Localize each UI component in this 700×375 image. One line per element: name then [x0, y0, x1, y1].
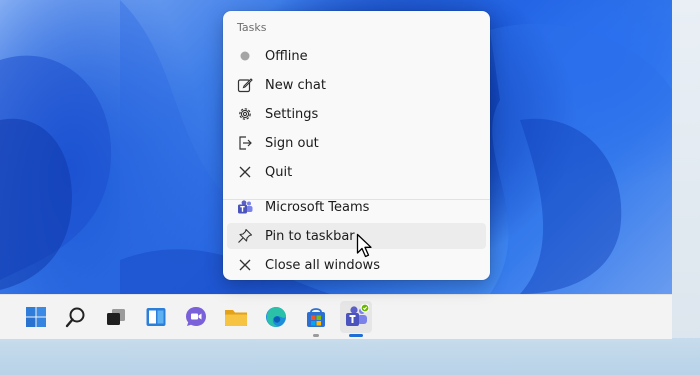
- menu-item-new-chat[interactable]: New chat: [227, 72, 486, 98]
- close-icon: [237, 257, 253, 273]
- active-indicator: [349, 334, 363, 337]
- menu-item-label: Sign out: [265, 135, 319, 151]
- screen-edge: [672, 0, 700, 340]
- teams-icon: [346, 304, 369, 326]
- menu-item-offline[interactable]: Offline: [227, 43, 486, 69]
- sign-out-icon: [237, 135, 253, 151]
- menu-item-label: Microsoft Teams: [265, 199, 370, 215]
- screen-bottom-edge: [0, 338, 700, 375]
- pin-icon: [237, 228, 253, 244]
- taskbar: [0, 294, 672, 339]
- teams-taskbar-button[interactable]: [340, 301, 372, 337]
- gear-icon: [237, 106, 253, 122]
- file-explorer-icon[interactable]: [220, 301, 252, 333]
- chat-icon[interactable]: [180, 301, 212, 333]
- menu-item-label: Pin to taskbar: [265, 228, 355, 244]
- store-icon[interactable]: [300, 301, 332, 337]
- menu-item-label: Quit: [265, 164, 293, 180]
- menu-item-label: Settings: [265, 106, 319, 122]
- menu-item-sign-out[interactable]: Sign out: [227, 130, 486, 156]
- edge-icon[interactable]: [260, 301, 292, 333]
- menu-item-settings[interactable]: Settings: [227, 101, 486, 127]
- menu-item-label: New chat: [265, 77, 326, 93]
- search-icon[interactable]: [60, 301, 92, 333]
- menu-header: Tasks: [237, 21, 267, 34]
- windows-start-icon[interactable]: [20, 301, 52, 333]
- mouse-cursor-icon: [356, 233, 372, 258]
- compose-icon: [237, 77, 253, 93]
- task-view-icon[interactable]: [100, 301, 132, 333]
- menu-item-label: Offline: [265, 48, 308, 64]
- menu-item-quit[interactable]: Quit: [227, 159, 486, 185]
- close-icon: [237, 164, 253, 180]
- teams-icon: [237, 199, 253, 215]
- menu-item-label: Close all windows: [265, 257, 380, 273]
- running-indicator: [313, 334, 319, 337]
- status-dot-icon: [237, 48, 253, 64]
- menu-item-microsoft-teams[interactable]: Microsoft Teams: [227, 194, 486, 220]
- widgets-icon[interactable]: [140, 301, 172, 333]
